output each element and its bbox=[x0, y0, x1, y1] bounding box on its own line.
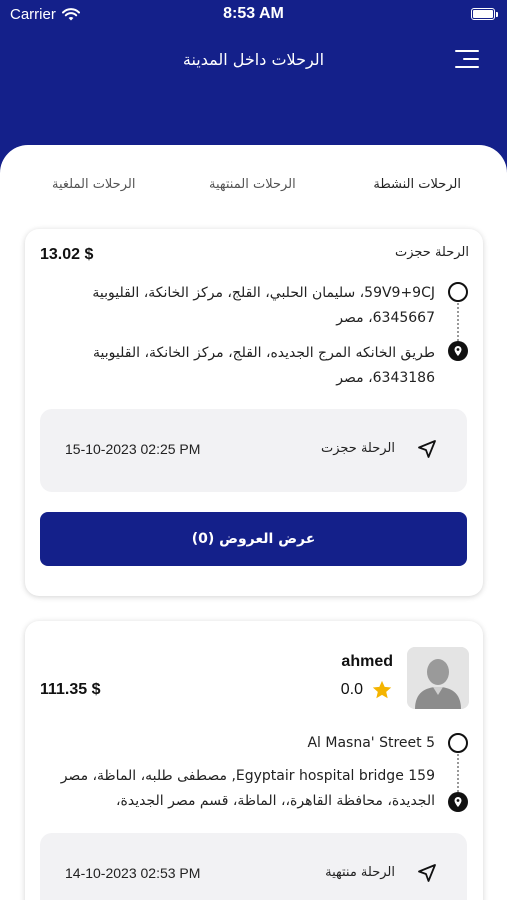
route-dotted-line bbox=[457, 754, 459, 792]
rating-value: 0.0 bbox=[340, 681, 363, 698]
status-bar: Carrier 8:53 AM bbox=[0, 0, 507, 30]
hamburger-menu-icon[interactable] bbox=[455, 48, 479, 70]
battery-icon bbox=[471, 8, 498, 20]
trip-datetime: 14-10-2023 02:53 PM bbox=[65, 865, 201, 881]
driver-avatar bbox=[407, 647, 469, 709]
trip-card[interactable]: ahmed 0.0 111.35 $ Al Masna' Street 5 15… bbox=[25, 621, 483, 900]
star-icon bbox=[372, 680, 392, 699]
trip-info-status: الرحلة حجزت bbox=[320, 441, 395, 456]
pickup-address: Al Masna' Street 5 bbox=[307, 735, 435, 751]
trip-datetime: 15-10-2023 02:25 PM bbox=[65, 441, 201, 457]
trip-tabs: الرحلات النشطة الرحلات المنتهية الرحلات … bbox=[0, 145, 507, 225]
trip-info-box: الرحلة حجزت 15-10-2023 02:25 PM bbox=[40, 409, 467, 492]
location-pin-icon bbox=[448, 341, 468, 361]
dropoff-address: طريق الخانكه المرج الجديده، القلج، مركز … bbox=[93, 345, 435, 386]
tab-active-trips[interactable]: الرحلات النشطة bbox=[373, 177, 461, 192]
clock: 8:53 AM bbox=[223, 5, 284, 22]
trip-price: 13.02 $ bbox=[40, 246, 94, 263]
trip-price: 111.35 $ bbox=[40, 681, 101, 698]
trip-info-status: الرحلة منتهية bbox=[325, 865, 395, 880]
navigation-bar: الرحلات داخل المدينة bbox=[0, 40, 507, 80]
driver-name: ahmed bbox=[341, 653, 393, 670]
tab-finished-trips[interactable]: الرحلات المنتهية bbox=[209, 177, 296, 192]
pickup-address: 59V9+9CJ، سليمان الحلبي، القلج، مركز الخ… bbox=[92, 285, 435, 326]
navigation-arrow-icon bbox=[418, 440, 436, 458]
tab-cancelled-trips[interactable]: الرحلات الملغية bbox=[52, 177, 135, 192]
page-title: الرحلات داخل المدينة bbox=[182, 50, 325, 69]
location-pin-icon bbox=[448, 792, 468, 812]
trip-info-box: الرحلة منتهية 14-10-2023 02:53 PM bbox=[40, 833, 467, 900]
pickup-circle-icon bbox=[448, 282, 468, 302]
trip-card[interactable]: 13.02 $ الرحلة حجزت 59V9+9CJ، سليمان الح… bbox=[25, 229, 483, 596]
trip-status: الرحلة حجزت bbox=[394, 245, 469, 260]
content-sheet: الرحلات النشطة الرحلات المنتهية الرحلات … bbox=[0, 145, 507, 900]
view-offers-button[interactable]: عرض العروض (0) bbox=[40, 512, 467, 566]
route-dotted-line bbox=[457, 303, 459, 341]
pickup-circle-icon bbox=[448, 733, 468, 753]
driver-rating: 0.0 bbox=[341, 679, 393, 701]
navigation-arrow-icon bbox=[418, 864, 436, 882]
dropoff-address: 159 Egyptair hospital bridge, مصطفى طلبه… bbox=[60, 768, 435, 809]
